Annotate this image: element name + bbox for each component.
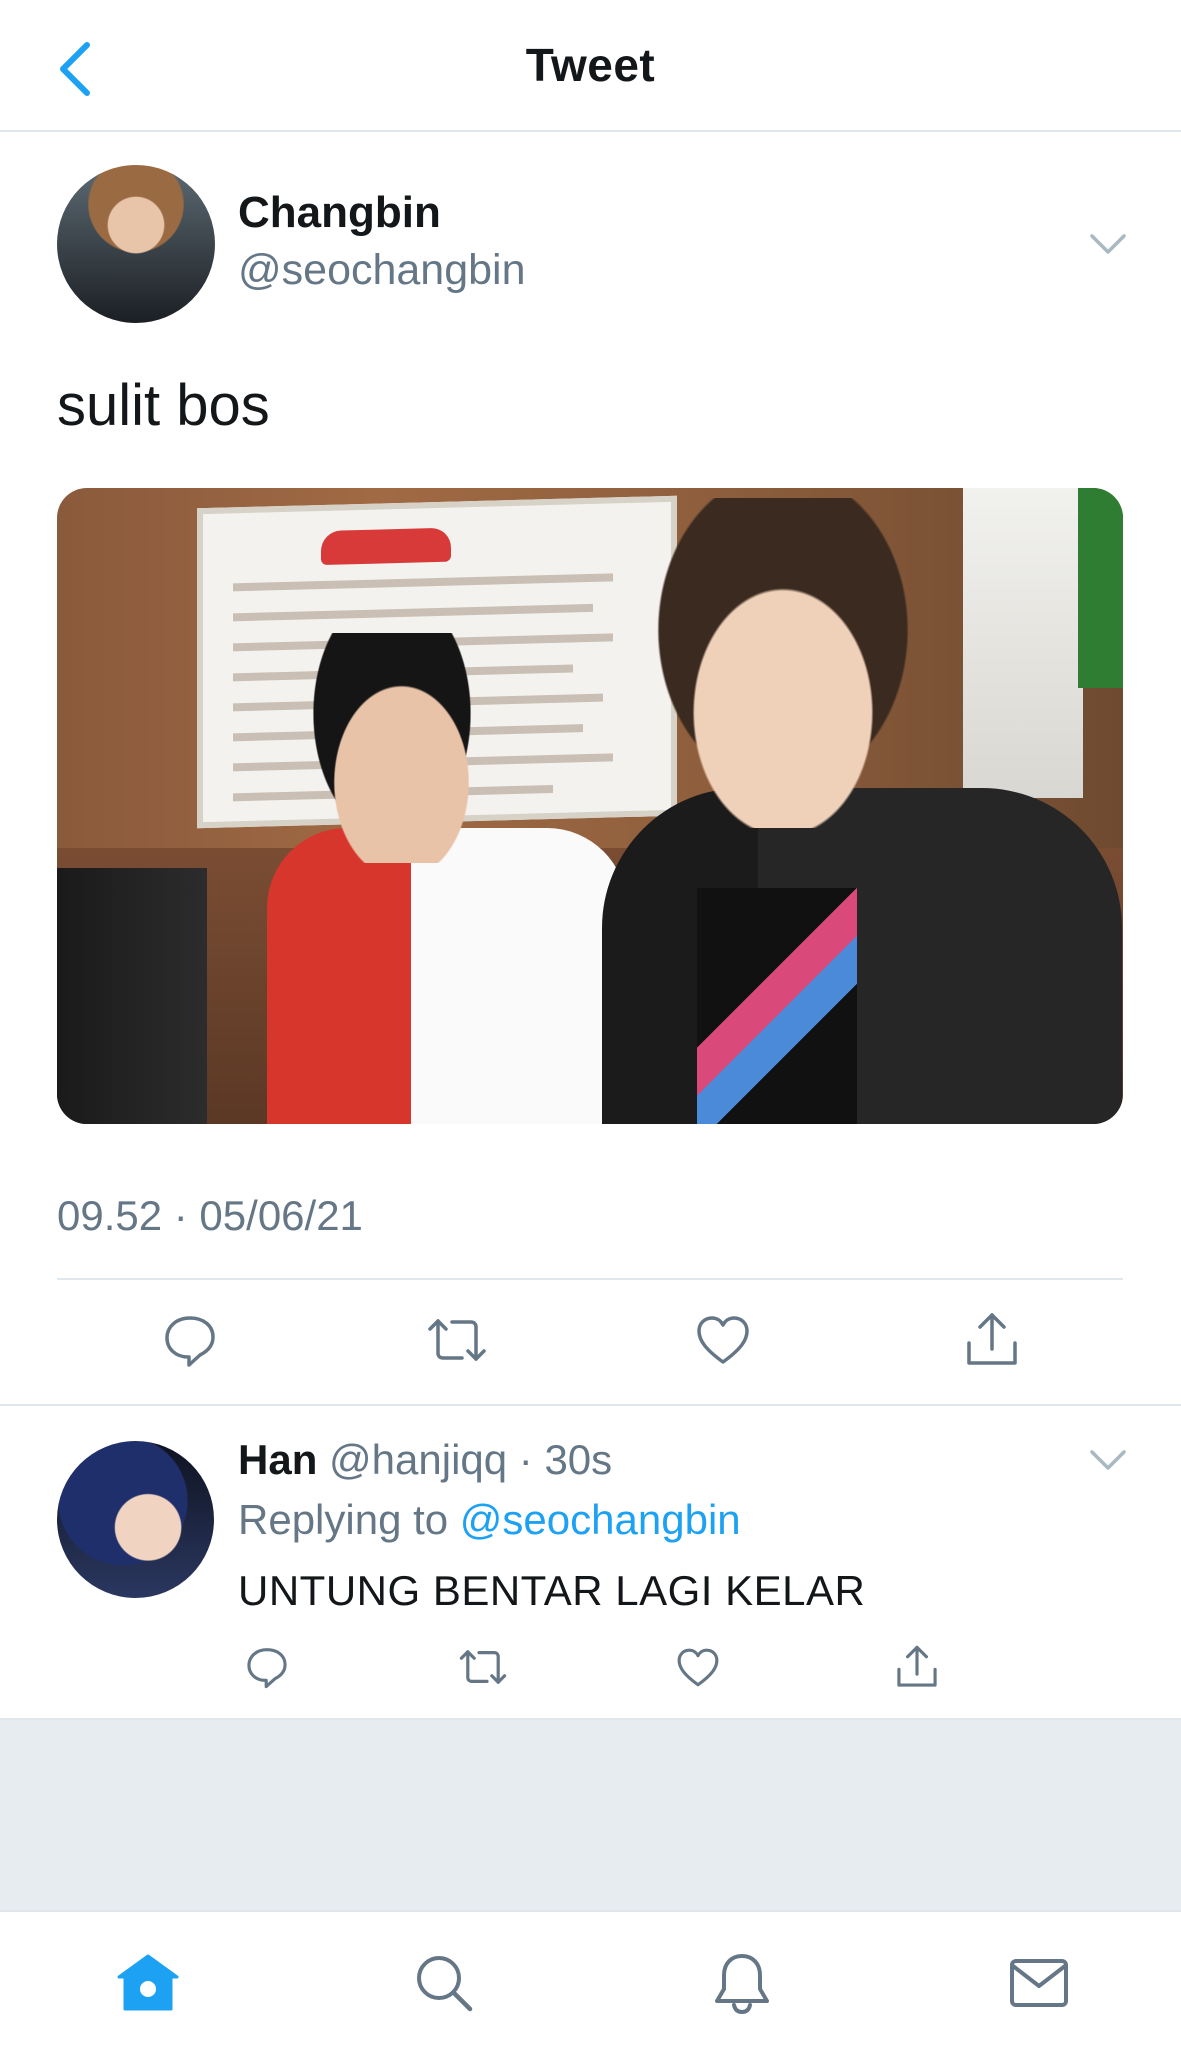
comment-icon <box>247 1648 287 1689</box>
reply-like-button[interactable] <box>673 1642 723 1692</box>
reply-avatar[interactable] <box>57 1441 214 1598</box>
empty-timeline-area <box>0 1720 1181 1910</box>
tab-messages[interactable] <box>999 1948 1079 2018</box>
reply-share-button[interactable] <box>892 1640 942 1694</box>
bottom-tab-bar <box>0 1910 1181 2048</box>
page-title: Tweet <box>525 39 656 91</box>
retweet-icon <box>459 1650 507 1684</box>
tweet-text: sulit bos <box>57 373 270 438</box>
author-avatar[interactable] <box>57 165 215 323</box>
share-icon <box>967 1313 1017 1365</box>
reply-age: 30s <box>544 1436 613 1483</box>
replying-to-label: Replying to <box>238 1496 449 1543</box>
bell-icon <box>715 1954 769 2015</box>
reply-retweet-button[interactable] <box>456 1642 510 1692</box>
share-icon <box>897 1645 937 1687</box>
chevron-down-icon <box>1090 234 1126 254</box>
heart-icon <box>677 1648 719 1686</box>
reply-reply-button[interactable] <box>242 1642 292 1692</box>
tab-search[interactable] <box>404 1948 484 2018</box>
tweet-menu-button[interactable] <box>1088 230 1128 260</box>
home-icon <box>117 1954 179 2011</box>
reply-separator: · <box>507 1436 545 1483</box>
replying-to-handle[interactable]: @seochangbin <box>460 1496 741 1543</box>
retweet-button[interactable] <box>425 1310 489 1370</box>
top-nav-bar: Tweet <box>0 0 1181 132</box>
replying-to: Replying to @seochangbin <box>238 1496 741 1544</box>
like-button[interactable] <box>693 1310 753 1370</box>
comment-icon <box>165 1316 215 1367</box>
search-icon <box>417 1956 473 2012</box>
retweet-icon <box>428 1319 486 1361</box>
author-handle[interactable]: @seochangbin <box>238 246 526 295</box>
chevron-down-icon <box>1090 1450 1126 1470</box>
reply-text: UNTUNG BENTAR LAGI KELAR <box>238 1567 866 1614</box>
divider <box>0 1404 1181 1406</box>
share-button[interactable] <box>962 1308 1022 1372</box>
divider <box>57 1278 1123 1280</box>
tab-notifications[interactable] <box>702 1948 782 2018</box>
tweet-timestamp: 09.52 · 05/06/21 <box>57 1192 363 1239</box>
tab-home[interactable] <box>108 1948 188 2018</box>
reply-menu-button[interactable] <box>1088 1446 1128 1476</box>
author-name[interactable]: Changbin <box>238 188 441 238</box>
reply-button[interactable] <box>160 1310 220 1370</box>
reply-author-handle[interactable]: @hanjiqq <box>329 1436 507 1483</box>
reply-header: Han @hanjiqq · 30s <box>238 1436 612 1484</box>
heart-icon <box>697 1316 749 1364</box>
tweet-media-image[interactable] <box>57 488 1123 1124</box>
mail-icon <box>1010 1959 1068 2007</box>
reply-author-name[interactable]: Han <box>238 1436 317 1483</box>
